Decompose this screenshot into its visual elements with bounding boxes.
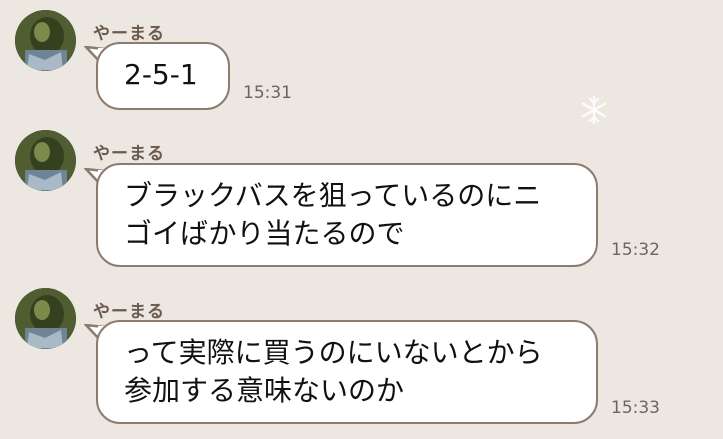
message-text-line: 2-5-1: [124, 58, 198, 91]
message-3: やーまる って実際に買うのにいないとから 参加する意味ないのか 15:33: [0, 288, 723, 428]
message-text-line: って実際に買うのにいないとから: [124, 336, 543, 369]
sender-avatar[interactable]: [15, 288, 76, 349]
sender-avatar[interactable]: [15, 130, 76, 191]
sender-name: やーまる: [93, 24, 165, 44]
message-time: 15:33: [611, 398, 660, 418]
message-time: 15:32: [611, 240, 660, 260]
avatar-photo-icon: [15, 10, 76, 71]
message-text-line: 参加する意味ないのか: [124, 374, 405, 407]
avatar-photo-icon: [15, 288, 76, 349]
message-text-line: ブラックバスを狙っているのにニ: [124, 179, 542, 212]
message-1: やーまる 2-5-1 15:31: [0, 10, 723, 110]
message-bubble[interactable]: 2-5-1: [96, 42, 230, 110]
message-time: 15:31: [243, 83, 292, 103]
sender-name: やーまる: [93, 144, 165, 164]
avatar-photo-icon: [15, 130, 76, 191]
sender-name: やーまる: [93, 302, 165, 322]
snowflake-icon: [581, 95, 607, 125]
message-bubble[interactable]: ブラックバスを狙っているのにニ ゴイばかり当たるので: [96, 163, 598, 267]
sender-avatar[interactable]: [15, 10, 76, 71]
message-2: やーまる ブラックバスを狙っているのにニ ゴイばかり当たるので 15:32: [0, 130, 723, 270]
message-bubble[interactable]: って実際に買うのにいないとから 参加する意味ないのか: [96, 320, 598, 424]
message-text-line: ゴイばかり当たるので: [124, 217, 405, 250]
